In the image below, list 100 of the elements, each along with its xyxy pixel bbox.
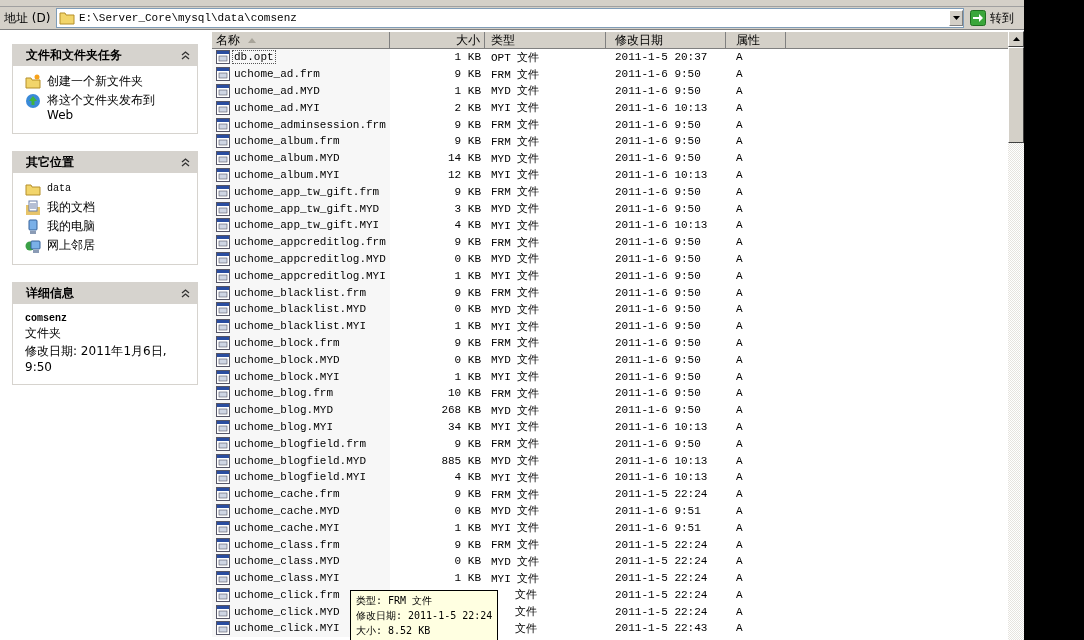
file-type: FRM 文件 <box>491 286 540 301</box>
modified-date: 2011-1-6 9:50 <box>615 387 701 400</box>
file-size: 9 KB <box>454 185 481 198</box>
file-type: MYD 文件 <box>491 302 540 317</box>
sort-arrow-icon <box>248 37 256 43</box>
address-field[interactable]: E:\Server_Core\mysql\data\comsenz <box>56 8 964 28</box>
folder-icon <box>25 74 41 90</box>
file-size: 0 KB <box>454 303 481 316</box>
file-type: FRM 文件 <box>491 538 540 552</box>
modified-date: 2011-1-5 22:24 <box>615 488 708 501</box>
modified-date: 2011-1-6 9:50 <box>615 353 701 366</box>
file-type: MYD 文件 <box>491 504 540 519</box>
column-header[interactable]: 修改日期 <box>606 32 726 48</box>
file-attribute: A <box>736 303 743 316</box>
file-name[interactable]: uchome_click.MYD <box>232 604 342 619</box>
file-size: 4 KB <box>454 471 481 484</box>
file-attribute: A <box>736 202 743 215</box>
file-type: FRM 文件 <box>491 487 540 502</box>
file-attribute: A <box>736 538 743 551</box>
modified-date: 2011-1-6 9:50 <box>615 437 701 450</box>
panel-header[interactable]: 文件和文件夹任务 <box>12 44 198 66</box>
file-type: FRM 文件 <box>491 118 540 133</box>
folder-icon <box>25 181 41 197</box>
file-size: 1 KB <box>454 85 481 97</box>
column-header[interactable]: 类型 <box>485 32 606 48</box>
globe-icon <box>25 93 41 109</box>
column-header[interactable]: 属性 <box>726 32 786 48</box>
file-size: 1 KB <box>454 521 481 534</box>
column-header[interactable]: 名称 <box>212 32 390 48</box>
file-attribute: A <box>736 68 743 81</box>
file-attribute: A <box>736 336 743 349</box>
modified-date: 2011-1-6 9:50 <box>615 404 701 417</box>
file-type: MYI 文件 <box>491 218 540 233</box>
modified-date: 2011-1-6 9:50 <box>615 185 701 198</box>
modified-date: 2011-1-6 9:50 <box>615 336 701 349</box>
file-size: 1 KB <box>454 572 481 585</box>
file-size: 34 KB <box>448 420 481 433</box>
modified-date: 2011-1-6 9:50 <box>615 118 701 131</box>
file-size: 9 KB <box>454 135 481 148</box>
task-link[interactable]: 我的文档 <box>47 200 95 215</box>
modified-date: 2011-1-5 20:37 <box>615 51 708 64</box>
folder-name: comsenz <box>25 313 68 324</box>
task-link[interactable]: data <box>47 181 71 196</box>
file-size: 2 KB <box>454 101 481 114</box>
scroll-up-button[interactable] <box>1008 31 1024 47</box>
modified-date: 2011-1-6 9:50 <box>615 252 701 265</box>
file-attribute: A <box>736 286 743 299</box>
file-size: 1 KB <box>454 370 481 383</box>
modified-date: 2011-1-6 10:13 <box>615 168 708 181</box>
tooltip-text: 修改日期: 2011-1-5 22:24 <box>356 609 493 623</box>
collapse-icon <box>181 157 190 167</box>
file-attribute: A <box>736 622 743 635</box>
task-link[interactable]: 创建一个新文件夹 <box>47 74 143 89</box>
modified-date: 2011-1-5 22:43 <box>615 622 708 635</box>
file-name[interactable]: db.opt <box>232 50 276 65</box>
file-size: 0 KB <box>454 504 481 517</box>
file-attribute: A <box>736 185 743 198</box>
file-size: 1 KB <box>454 51 481 64</box>
file-attribute: A <box>736 101 743 114</box>
file-attribute: A <box>736 605 743 618</box>
file-attribute: A <box>736 269 743 282</box>
file-type: MYD 文件 <box>491 403 540 418</box>
file-size: 0 KB <box>454 353 481 366</box>
file-size: 0 KB <box>454 252 481 265</box>
file-size: 1 KB <box>454 269 481 282</box>
folder-icon <box>59 11 75 25</box>
modified-date: 2011-1-6 9:50 <box>615 85 701 97</box>
task-link[interactable]: 网上邻居 <box>47 238 95 253</box>
file-size: 9 KB <box>454 68 481 81</box>
computer-icon <box>25 219 41 235</box>
file-size: 9 KB <box>454 236 481 249</box>
file-attribute: A <box>736 236 743 249</box>
modified-date: 2011-1-5 22:24 <box>615 572 708 585</box>
file-size: 1 KB <box>454 320 481 333</box>
task-link[interactable]: 将这个文件夹发布到 Web <box>47 93 165 123</box>
up-arrow-icon <box>1012 37 1020 41</box>
file-name[interactable]: uchome_click.MYI <box>232 621 342 636</box>
column-header[interactable]: 大小 <box>390 32 485 48</box>
modified-date: 2011-1-6 9:50 <box>615 236 701 249</box>
file-type: FRM 文件 <box>491 235 540 250</box>
file-type: FRM 文件 <box>491 67 540 82</box>
file-size: 9 KB <box>454 286 481 299</box>
file-attribute: A <box>736 437 743 450</box>
modified-date: 2011-1-6 9:50 <box>615 152 701 165</box>
modified-date: 2011-1-5 22:24 <box>615 555 708 568</box>
file-type: MYD 文件 <box>491 84 540 99</box>
file-attribute: A <box>736 252 743 265</box>
file-size: 9 KB <box>454 437 481 450</box>
panel-header[interactable]: 其它位置 <box>12 151 198 173</box>
task-link[interactable]: 我的电脑 <box>47 219 95 234</box>
panel-header[interactable]: 详细信息 <box>12 282 198 304</box>
dropdown-button[interactable] <box>949 10 963 26</box>
file-type: MYI 文件 <box>491 571 540 586</box>
file-type: 文件 <box>515 588 537 603</box>
scroll-thumb[interactable] <box>1008 47 1024 143</box>
vertical-scrollbar[interactable] <box>1008 31 1024 640</box>
file-type: MYI 文件 <box>491 521 540 536</box>
modified-date: 2011-1-6 9:50 <box>615 286 701 299</box>
file-attribute: A <box>736 370 743 383</box>
modified-date: 2011-1-5 22:24 <box>615 538 708 551</box>
